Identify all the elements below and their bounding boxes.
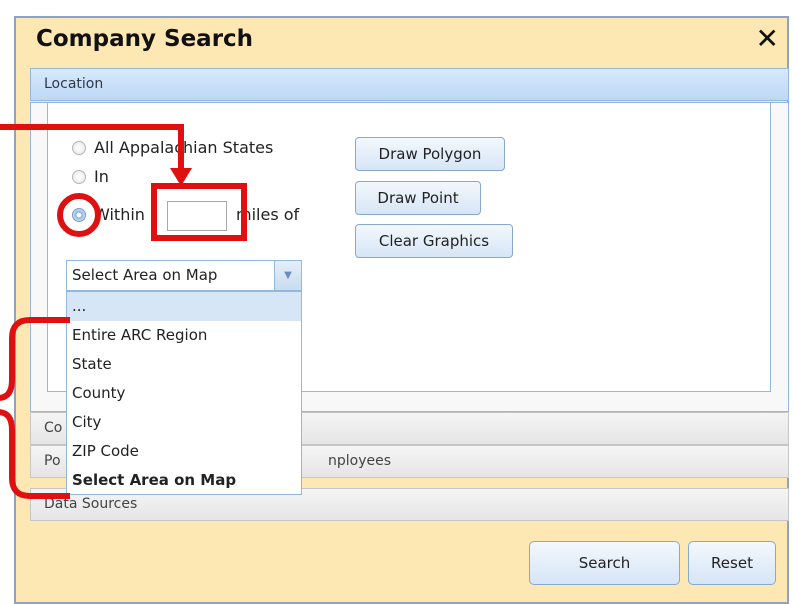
draw-polygon-button[interactable]: Draw Polygon (355, 137, 505, 171)
dropdown-option[interactable]: Entire ARC Region (67, 321, 301, 350)
radio-all-states[interactable] (72, 141, 86, 155)
panel-header-population-label-left: Po (44, 453, 61, 469)
dropdown-option[interactable]: ... (67, 292, 301, 321)
radio-in[interactable] (72, 170, 86, 184)
radio-within[interactable] (72, 208, 86, 222)
chevron-down-icon[interactable]: ▼ (274, 261, 301, 290)
panel-header-company-label: Co (44, 420, 63, 436)
draw-point-button[interactable]: Draw Point (355, 181, 481, 215)
dialog-title: Company Search (36, 26, 254, 52)
clear-graphics-button[interactable]: Clear Graphics (355, 224, 513, 258)
radio-all-states-label: All Appalachian States (94, 138, 274, 157)
dropdown-option[interactable]: City (67, 408, 301, 437)
dropdown-option[interactable]: County (67, 379, 301, 408)
dropdown-option[interactable]: ZIP Code (67, 437, 301, 466)
area-dropdown-list: ... Entire ARC Region State County City … (66, 291, 302, 495)
panel-header-location-label: Location (44, 76, 104, 92)
area-select[interactable]: Select Area on Map ▼ (66, 260, 302, 291)
radio-in-label: In (94, 167, 109, 186)
dropdown-option[interactable]: State (67, 350, 301, 379)
panel-header-data-sources-label: Data Sources (44, 496, 138, 512)
dialog-titlebar: Company Search ✕ (16, 18, 787, 66)
panel-header-location[interactable]: Location (30, 68, 789, 101)
close-icon[interactable]: ✕ (756, 21, 779, 57)
panel-header-population-label-right: nployees (328, 453, 392, 469)
radio-within-label: Within (94, 205, 145, 224)
search-button[interactable]: Search (529, 541, 680, 585)
miles-input[interactable] (167, 201, 227, 231)
reset-button[interactable]: Reset (688, 541, 776, 585)
area-select-value: Select Area on Map (72, 266, 218, 284)
miles-of-label: miles of (236, 205, 300, 224)
dropdown-option-selected[interactable]: Select Area on Map (67, 466, 301, 495)
